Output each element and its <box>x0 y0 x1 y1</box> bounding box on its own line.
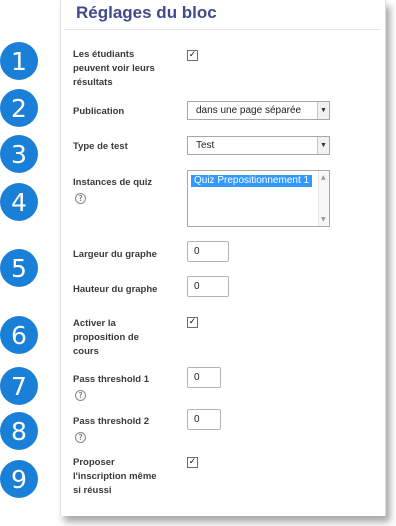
check-icon: ✓ <box>188 317 197 327</box>
section-title: Réglages du bloc <box>76 3 217 22</box>
step-marker-7: 7 <box>0 367 38 405</box>
graph-height-label: Hauteur du graphe <box>73 284 158 295</box>
publication-label: Publication <box>73 106 125 117</box>
pass-threshold-2-input[interactable]: 0 <box>187 409 221 430</box>
graph-width-input[interactable]: 0 <box>187 241 229 262</box>
test-type-label: Type de test <box>73 141 128 152</box>
graph-width-label: Largeur du graphe <box>73 249 157 260</box>
chevron-down-icon: ▼ <box>317 102 329 119</box>
scrollbar[interactable]: ▲ ▼ <box>318 171 329 226</box>
help-icon[interactable]: ? <box>75 390 86 401</box>
quiz-instances-label: Instances de quiz <box>73 177 153 188</box>
divider <box>64 29 380 30</box>
help-icon[interactable]: ? <box>75 432 86 443</box>
pass-threshold-2-label: Pass threshold 2 <box>73 416 150 427</box>
publication-select[interactable]: dans une page séparée ▼ <box>187 101 330 120</box>
test-type-select[interactable]: Test ▼ <box>187 136 330 155</box>
scroll-down-icon[interactable]: ▼ <box>321 216 326 223</box>
quiz-instances-listbox[interactable]: Quiz Prepositionnement 1 ▲ ▼ <box>187 170 330 227</box>
chevron-down-icon: ▼ <box>317 137 329 154</box>
step-marker-9: 9 <box>0 460 38 498</box>
propose-enrolment-checkbox[interactable]: ✓ <box>187 457 198 468</box>
propose-enrolment-label: Proposer l'inscription même si réussi <box>73 457 157 496</box>
check-icon: ✓ <box>188 457 197 467</box>
quiz-instance-option[interactable]: Quiz Prepositionnement 1 <box>191 175 313 187</box>
check-icon: ✓ <box>188 50 197 60</box>
students-see-results-label: Les étudiants peuvent voir leurs résulta… <box>73 49 155 88</box>
step-marker-6: 6 <box>0 316 38 354</box>
step-marker-2: 2 <box>0 89 38 127</box>
step-marker-3: 3 <box>0 135 38 173</box>
step-marker-1: 1 <box>0 42 38 80</box>
course-proposal-checkbox[interactable]: ✓ <box>187 317 198 328</box>
scroll-up-icon[interactable]: ▲ <box>321 174 326 181</box>
pass-threshold-1-input[interactable]: 0 <box>187 367 221 388</box>
graph-height-input[interactable]: 0 <box>187 276 229 297</box>
pass-threshold-1-label: Pass threshold 1 <box>73 374 150 385</box>
step-marker-8: 8 <box>0 412 38 450</box>
course-proposal-label: Activer la proposition de cours <box>73 318 139 357</box>
step-marker-4: 4 <box>0 183 38 221</box>
students-see-results-checkbox[interactable]: ✓ <box>187 50 198 61</box>
help-icon[interactable]: ? <box>75 193 86 204</box>
step-marker-5: 5 <box>0 249 38 287</box>
